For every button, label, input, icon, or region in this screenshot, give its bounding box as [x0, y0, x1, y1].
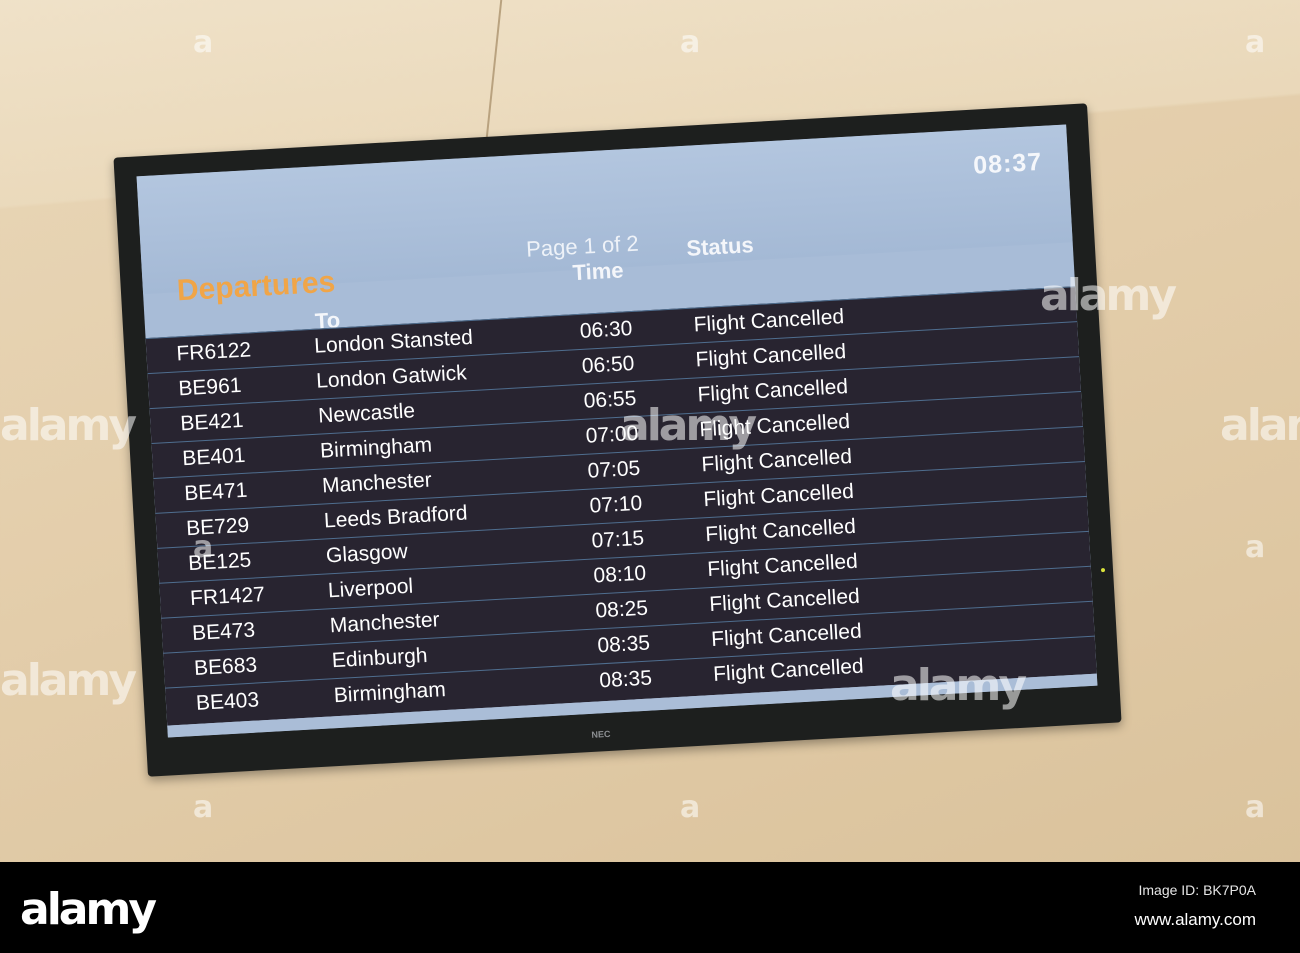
destination: Glasgow — [325, 539, 409, 568]
flight-number: FR1427 — [189, 582, 266, 611]
destination: Newcastle — [317, 399, 416, 428]
flight-number: BE403 — [195, 688, 260, 715]
flight-number: BE471 — [183, 478, 248, 506]
footer-message: 30 minutes prior to departure. — [409, 725, 725, 738]
column-header-time: Time — [571, 257, 625, 286]
site-url: www.alamy.com — [1134, 910, 1256, 929]
destination: Liverpool — [327, 574, 414, 603]
departure-time: 06:50 — [581, 351, 635, 378]
watermark-logo: alamy — [1220, 400, 1300, 451]
destination: Birmingham — [333, 677, 447, 708]
flight-number: BE683 — [193, 653, 258, 680]
column-header-status: Status — [685, 232, 755, 261]
destination: Leeds Bradford — [323, 501, 469, 533]
flight-number: BE473 — [191, 618, 256, 646]
watermark-a-icon: a — [193, 25, 213, 60]
destination: London Stansted — [313, 325, 474, 358]
watermark-a-icon: a — [1245, 790, 1265, 825]
destination: Manchester — [329, 608, 441, 638]
alamy-logo: alamy — [20, 884, 157, 935]
watermark-a-icon: a — [680, 25, 700, 60]
flight-status: Flight Cancelled — [710, 619, 863, 652]
watermark-a-icon: a — [193, 790, 213, 825]
flight-status: Flight Cancelled — [712, 654, 865, 687]
flight-number: FR6122 — [175, 338, 252, 366]
watermark-a-icon: a — [193, 530, 213, 565]
departure-time: 08:10 — [592, 561, 647, 588]
watermark-a-icon: a — [680, 790, 700, 825]
destination: London Gatwick — [315, 361, 468, 393]
flight-status: Flight Cancelled — [695, 340, 847, 372]
watermark-logo: alamy — [0, 655, 137, 706]
flight-number: BE961 — [177, 373, 243, 401]
watermark-a-icon: a — [1245, 530, 1265, 565]
departure-time: 08:35 — [596, 631, 651, 658]
flight-number: BE401 — [181, 443, 246, 471]
flight-status: Flight Cancelled — [693, 305, 845, 337]
departures-screen: 08:37 Page 1 of 2 Departures Flight To T… — [136, 124, 1098, 738]
watermark-a-icon: a — [1245, 25, 1265, 60]
destination: Manchester — [321, 468, 433, 498]
clock: 08:37 — [972, 147, 1043, 180]
flight-status: Flight Cancelled — [704, 514, 857, 547]
stock-photo-footer: alamy Image ID: BK7P0A www.alamy.com — [0, 862, 1300, 953]
monitor-brand-logo: NEC — [591, 728, 611, 740]
departure-time: 07:05 — [587, 456, 641, 483]
departure-time: 07:10 — [589, 491, 643, 518]
watermark-logo: alamy — [620, 400, 757, 451]
departure-time: 08:35 — [598, 666, 653, 693]
flight-status: Flight Cancelled — [702, 479, 855, 512]
departure-time: 07:15 — [590, 526, 645, 553]
flight-status: Flight Cancelled — [708, 584, 861, 617]
power-led-icon — [1100, 567, 1106, 573]
destination: Birmingham — [319, 433, 433, 463]
flight-number: BE421 — [179, 408, 245, 436]
image-id: Image ID: BK7P0A — [1138, 882, 1256, 898]
flight-status: Flight Cancelled — [706, 549, 859, 582]
watermark-logo: alamy — [890, 660, 1027, 711]
departure-time: 06:30 — [579, 317, 634, 343]
watermark-logo: alamy — [1040, 270, 1177, 321]
departure-time: 08:25 — [594, 596, 649, 623]
destination: Edinburgh — [331, 643, 429, 673]
watermark-logo: alamy — [0, 400, 137, 451]
